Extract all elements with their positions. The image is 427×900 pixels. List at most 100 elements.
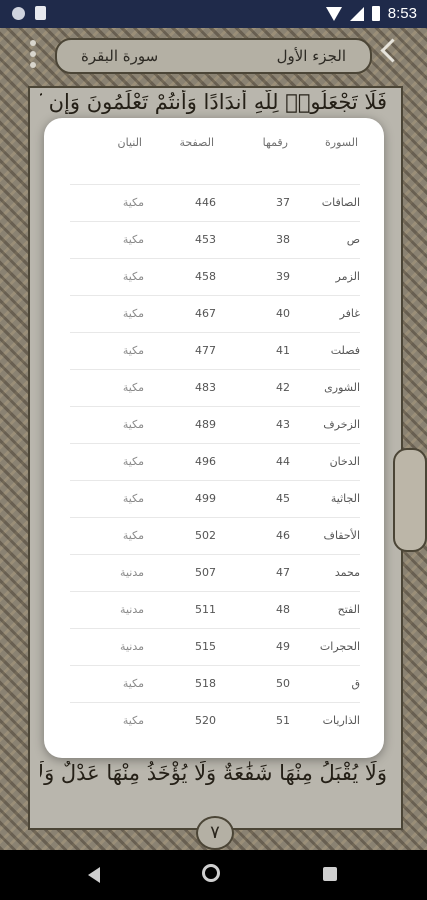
surah-number: 38	[276, 233, 290, 246]
juz-header-label: الجزء الأول	[276, 47, 346, 65]
surah-name: الأحقاف	[323, 529, 360, 542]
surah-header-label: سورة البقرة	[81, 47, 159, 65]
surah-page: 483	[195, 381, 216, 394]
table-row[interactable]: الحجرات 49 515 مدنية	[70, 628, 360, 665]
overflow-menu-icon[interactable]	[30, 40, 38, 73]
table-header: السورة رقمها الصفحة النيان	[44, 136, 384, 166]
surah-revelation: مكية	[122, 529, 144, 542]
surah-name: غافر	[339, 307, 360, 320]
sim-icon	[35, 6, 46, 20]
surah-page: 502	[195, 529, 216, 542]
surah-page: 467	[195, 307, 216, 320]
navigation-bar	[0, 850, 427, 900]
surah-page: 477	[195, 344, 216, 357]
surah-name: الفتح	[337, 603, 360, 616]
surah-revelation: مدنية	[120, 566, 144, 579]
surah-page: 507	[195, 566, 216, 579]
surah-page: 515	[195, 640, 216, 653]
surah-page: 499	[195, 492, 216, 505]
table-row[interactable]: الأحقاف 46 502 مكية	[70, 517, 360, 554]
surah-number: 50	[276, 677, 290, 690]
quran-line-bottom: وَلَا يُقْبَلُ مِنْهَا شَفَٰعَةٌ وَلَا ي…	[40, 761, 387, 785]
surah-number: 45	[276, 492, 290, 505]
surah-revelation: مكية	[122, 196, 144, 209]
table-row[interactable]: الصافات 37 446 مكية	[70, 184, 360, 221]
surah-name: محمد	[334, 566, 360, 579]
status-bar: 8:53	[0, 0, 427, 28]
surah-number: 46	[276, 529, 290, 542]
surah-list: الصافات 37 446 مكية ص 38 453 مكية الزمر 39 458 مكية…	[70, 184, 360, 739]
notification-icon	[12, 6, 25, 20]
surah-name: ق	[351, 677, 360, 690]
surah-page: 496	[195, 455, 216, 468]
surah-revelation: مكية	[122, 307, 144, 320]
table-row[interactable]: الزمر 39 458 مكية	[70, 258, 360, 295]
surah-number: 39	[276, 270, 290, 283]
surah-name: الذاريات	[322, 714, 360, 727]
surah-name: الجاثية	[330, 492, 360, 505]
header-revelation: النيان	[117, 136, 142, 149]
surah-number: 49	[276, 640, 290, 653]
surah-name: الشورى	[324, 381, 360, 394]
surah-revelation: مكية	[122, 233, 144, 246]
surah-number: 43	[276, 418, 290, 431]
surah-revelation: مدنية	[120, 603, 144, 616]
surah-number: 48	[276, 603, 290, 616]
quran-line-top: فَلَا تَجْعَلُوا۟ لِلَّهِ أَندَادًا وَأَ…	[40, 90, 387, 114]
table-row[interactable]: فصلت 41 477 مكية	[70, 332, 360, 369]
surah-number: 47	[276, 566, 290, 579]
surah-name: فصلت	[330, 344, 360, 357]
table-row[interactable]: الشورى 42 483 مكية	[70, 369, 360, 406]
header-page: الصفحة	[179, 136, 214, 149]
surah-revelation: مكية	[122, 714, 144, 727]
surah-number: 40	[276, 307, 290, 320]
surah-name: الزخرف	[323, 418, 360, 431]
surah-revelation: مدنية	[120, 640, 144, 653]
recents-icon[interactable]	[323, 867, 337, 881]
surah-revelation: مكية	[122, 344, 144, 357]
table-row[interactable]: ص 38 453 مكية	[70, 221, 360, 258]
header-surah: السورة	[325, 136, 358, 149]
back-icon[interactable]	[88, 867, 100, 883]
hizb-marker-icon	[393, 448, 427, 552]
header-number: رقمها	[262, 136, 288, 149]
battery-icon	[371, 6, 380, 21]
mushaf-header: سورة البقرة الجزء الأول	[55, 38, 372, 74]
signal-icon	[349, 6, 364, 21]
surah-revelation: مكية	[122, 270, 144, 283]
surah-number: 37	[276, 196, 290, 209]
surah-revelation: مكية	[122, 418, 144, 431]
surah-name: الزمر	[335, 270, 360, 283]
surah-name: الدخان	[329, 455, 360, 468]
surah-page: 518	[195, 677, 216, 690]
surah-revelation: مكية	[122, 381, 144, 394]
wifi-icon	[325, 6, 342, 21]
surah-page: 453	[195, 233, 216, 246]
home-icon[interactable]	[202, 864, 220, 882]
table-row[interactable]: الجاثية 45 499 مكية	[70, 480, 360, 517]
table-row[interactable]: محمد 47 507 مدنية	[70, 554, 360, 591]
surah-name: الحجرات	[319, 640, 360, 653]
surah-page: 520	[195, 714, 216, 727]
table-row[interactable]: الذاريات 51 520 مكية	[70, 702, 360, 739]
surah-number: 41	[276, 344, 290, 357]
table-row[interactable]: ق 50 518 مكية	[70, 665, 360, 702]
surah-name: الصافات	[321, 196, 360, 209]
surah-page: 511	[195, 603, 216, 616]
surah-number: 42	[276, 381, 290, 394]
table-row[interactable]: الدخان 44 496 مكية	[70, 443, 360, 480]
surah-page: 489	[195, 418, 216, 431]
status-time: 8:53	[387, 5, 417, 22]
table-row[interactable]: الفتح 48 511 مدنية	[70, 591, 360, 628]
surah-number: 44	[276, 455, 290, 468]
surah-revelation: مكية	[122, 492, 144, 505]
surah-name: ص	[346, 233, 360, 246]
next-page-chevron-icon[interactable]	[380, 38, 405, 63]
table-row[interactable]: غافر 40 467 مكية	[70, 295, 360, 332]
surah-revelation: مكية	[122, 677, 144, 690]
page-number: ٧	[196, 816, 234, 850]
surah-page: 458	[195, 270, 216, 283]
surah-revelation: مكية	[122, 455, 144, 468]
surah-page: 446	[195, 196, 216, 209]
table-row[interactable]: الزخرف 43 489 مكية	[70, 406, 360, 443]
